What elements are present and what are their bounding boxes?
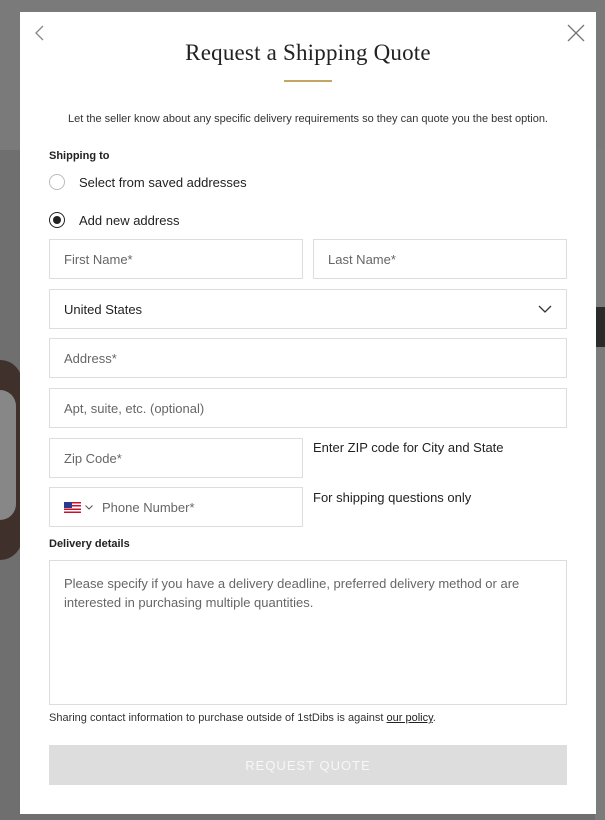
title-divider xyxy=(284,80,332,82)
phone-number-input[interactable]: Phone Number* xyxy=(49,487,303,527)
last-name-input[interactable]: Last Name* xyxy=(313,239,567,279)
request-quote-button[interactable]: REQUEST QUOTE xyxy=(49,745,567,785)
country-value: United States xyxy=(64,302,142,317)
our-policy-link[interactable]: our policy xyxy=(387,712,433,724)
radio-new-address[interactable]: Add new address xyxy=(49,212,179,228)
background-page-right xyxy=(595,150,605,820)
country-select[interactable]: United States xyxy=(49,289,567,329)
zip-helper-text: Enter ZIP code for City and State xyxy=(313,440,504,455)
address-input[interactable]: Address* xyxy=(49,338,567,378)
background-product-image xyxy=(0,360,22,560)
zip-code-input[interactable]: Zip Code* xyxy=(49,438,303,478)
intro-text: Let the seller know about any specific d… xyxy=(20,113,596,125)
radio-label: Add new address xyxy=(79,213,179,228)
delivery-details-textarea[interactable]: Please specify if you have a delivery de… xyxy=(49,560,567,705)
chevron-down-icon xyxy=(85,505,93,510)
radio-saved-addresses[interactable]: Select from saved addresses xyxy=(49,174,247,190)
us-flag-icon xyxy=(64,502,81,513)
chevron-down-icon xyxy=(538,305,552,313)
modal-title: Request a Shipping Quote xyxy=(20,40,596,66)
delivery-details-label: Delivery details xyxy=(49,538,130,550)
shipping-quote-modal: Request a Shipping Quote Let the seller … xyxy=(20,12,596,814)
shipping-to-label: Shipping to xyxy=(49,150,109,162)
radio-label: Select from saved addresses xyxy=(79,175,247,190)
radio-button[interactable] xyxy=(49,212,65,228)
phone-country-selector[interactable] xyxy=(64,502,93,513)
first-name-input[interactable]: First Name* xyxy=(49,239,303,279)
policy-disclaimer: Sharing contact information to purchase … xyxy=(49,712,436,724)
apt-suite-input[interactable]: Apt, suite, etc. (optional) xyxy=(49,388,567,428)
radio-button[interactable] xyxy=(49,174,65,190)
phone-helper-text: For shipping questions only xyxy=(313,490,471,505)
